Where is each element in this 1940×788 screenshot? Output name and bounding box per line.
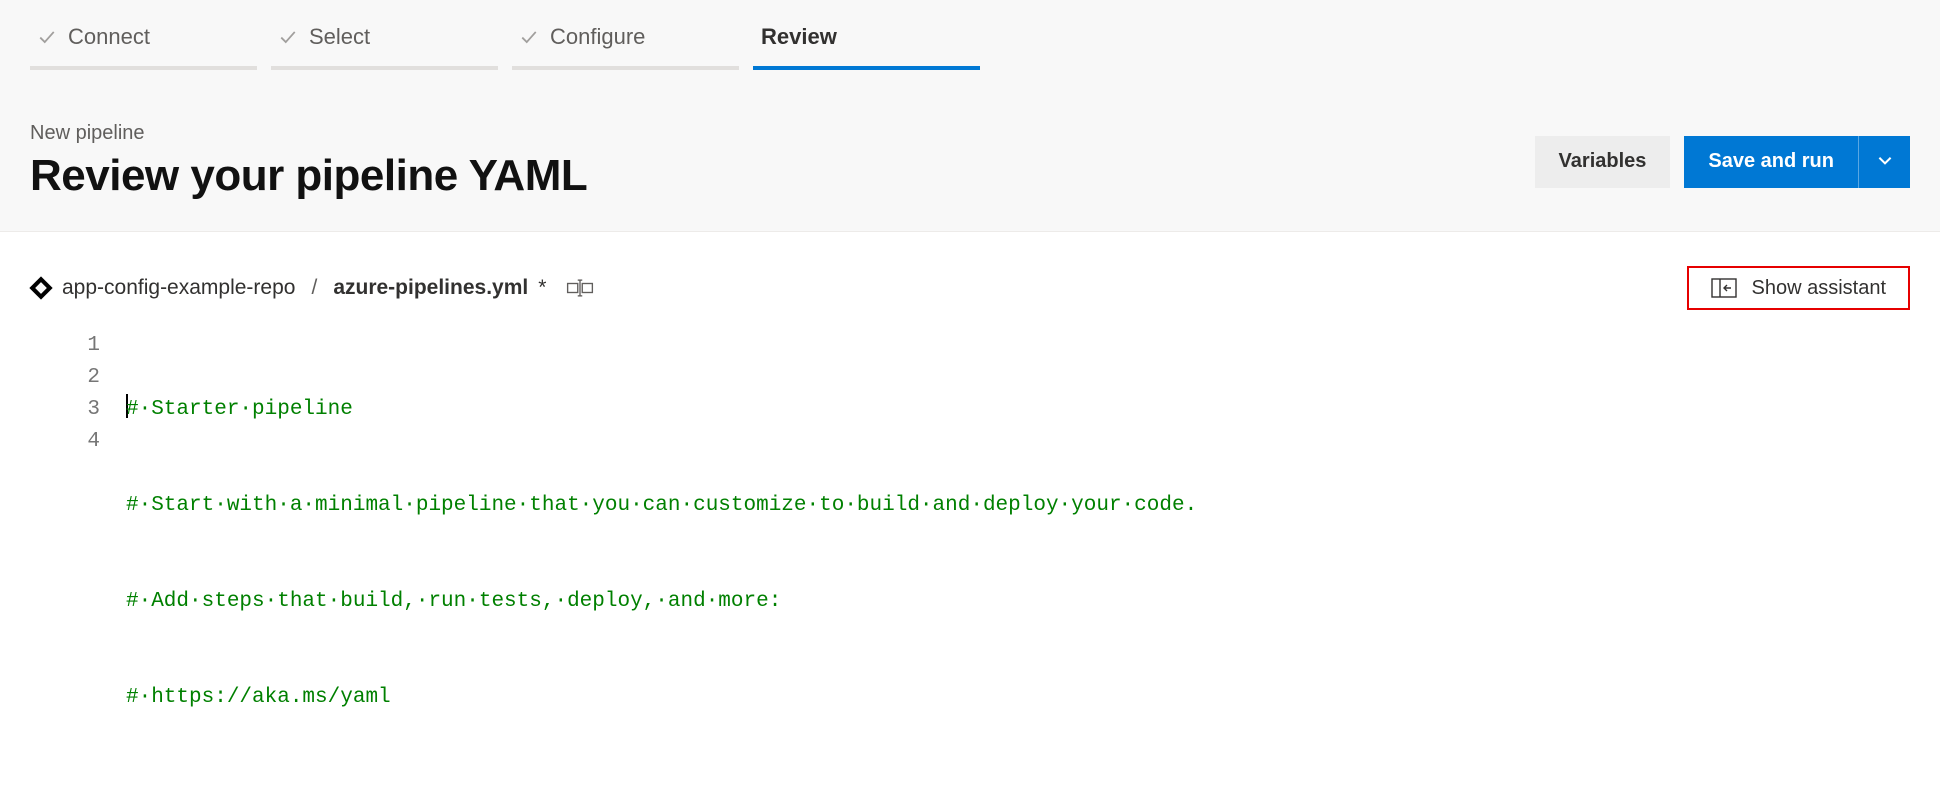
title-row: New pipeline Review your pipeline YAML V… (30, 122, 1910, 201)
title-block: New pipeline Review your pipeline YAML (30, 122, 587, 201)
line-number: 2 (30, 362, 100, 394)
wizard-header-region: Connect Select Configure Review New pipe… (0, 0, 1940, 232)
line-number: 1 (30, 330, 100, 362)
code-line: #·Add·steps·that·build,·run·tests,·deplo… (126, 586, 1910, 618)
variables-button[interactable]: Variables (1535, 136, 1671, 188)
code-line: #·Starter·pipeline (126, 394, 1910, 426)
line-number: 3 (30, 394, 100, 426)
path-separator: / (311, 276, 317, 300)
checkmark-icon (279, 28, 297, 46)
breadcrumb: New pipeline (30, 122, 587, 145)
pipeline-stepper: Connect Select Configure Review (30, 0, 980, 70)
rename-icon[interactable] (566, 279, 594, 297)
checkmark-icon (520, 28, 538, 46)
save-and-run-split-button: Save and run (1684, 136, 1910, 188)
step-label: Select (309, 24, 370, 50)
step-review[interactable]: Review (753, 14, 980, 70)
step-connect[interactable]: Connect (30, 14, 257, 70)
page-title: Review your pipeline YAML (30, 151, 587, 201)
step-label: Connect (68, 24, 150, 50)
step-label: Review (761, 24, 837, 50)
show-assistant-label: Show assistant (1751, 277, 1886, 300)
code-line: #·Start·with·a·minimal·pipeline·that·you… (126, 490, 1910, 522)
chevron-down-icon (1876, 151, 1894, 172)
repo-name[interactable]: app-config-example-repo (62, 276, 295, 300)
panel-expand-icon (1711, 278, 1737, 298)
line-number: 4 (30, 426, 100, 458)
dirty-indicator: * (538, 276, 546, 300)
save-and-run-button[interactable]: Save and run (1684, 136, 1858, 188)
step-configure[interactable]: Configure (512, 14, 739, 70)
editor-toolbar: app-config-example-repo / azure-pipeline… (0, 232, 1940, 330)
file-path: app-config-example-repo / azure-pipeline… (30, 276, 594, 300)
code-area[interactable]: #·Starter·pipeline #·Start·with·a·minima… (126, 330, 1910, 778)
repo-icon (25, 272, 56, 303)
step-label: Configure (550, 24, 645, 50)
checkmark-icon (38, 28, 56, 46)
line-gutter: 1 2 3 4 (30, 330, 126, 778)
code-line: #·https://aka.ms/yaml (126, 682, 1910, 714)
save-and-run-dropdown[interactable] (1858, 136, 1910, 188)
step-select[interactable]: Select (271, 14, 498, 70)
yaml-editor[interactable]: 1 2 3 4 #·Starter·pipeline #·Start·with·… (0, 330, 1940, 788)
header-actions: Variables Save and run (1535, 136, 1910, 188)
file-name[interactable]: azure-pipelines.yml (333, 276, 528, 300)
show-assistant-button[interactable]: Show assistant (1687, 266, 1910, 310)
